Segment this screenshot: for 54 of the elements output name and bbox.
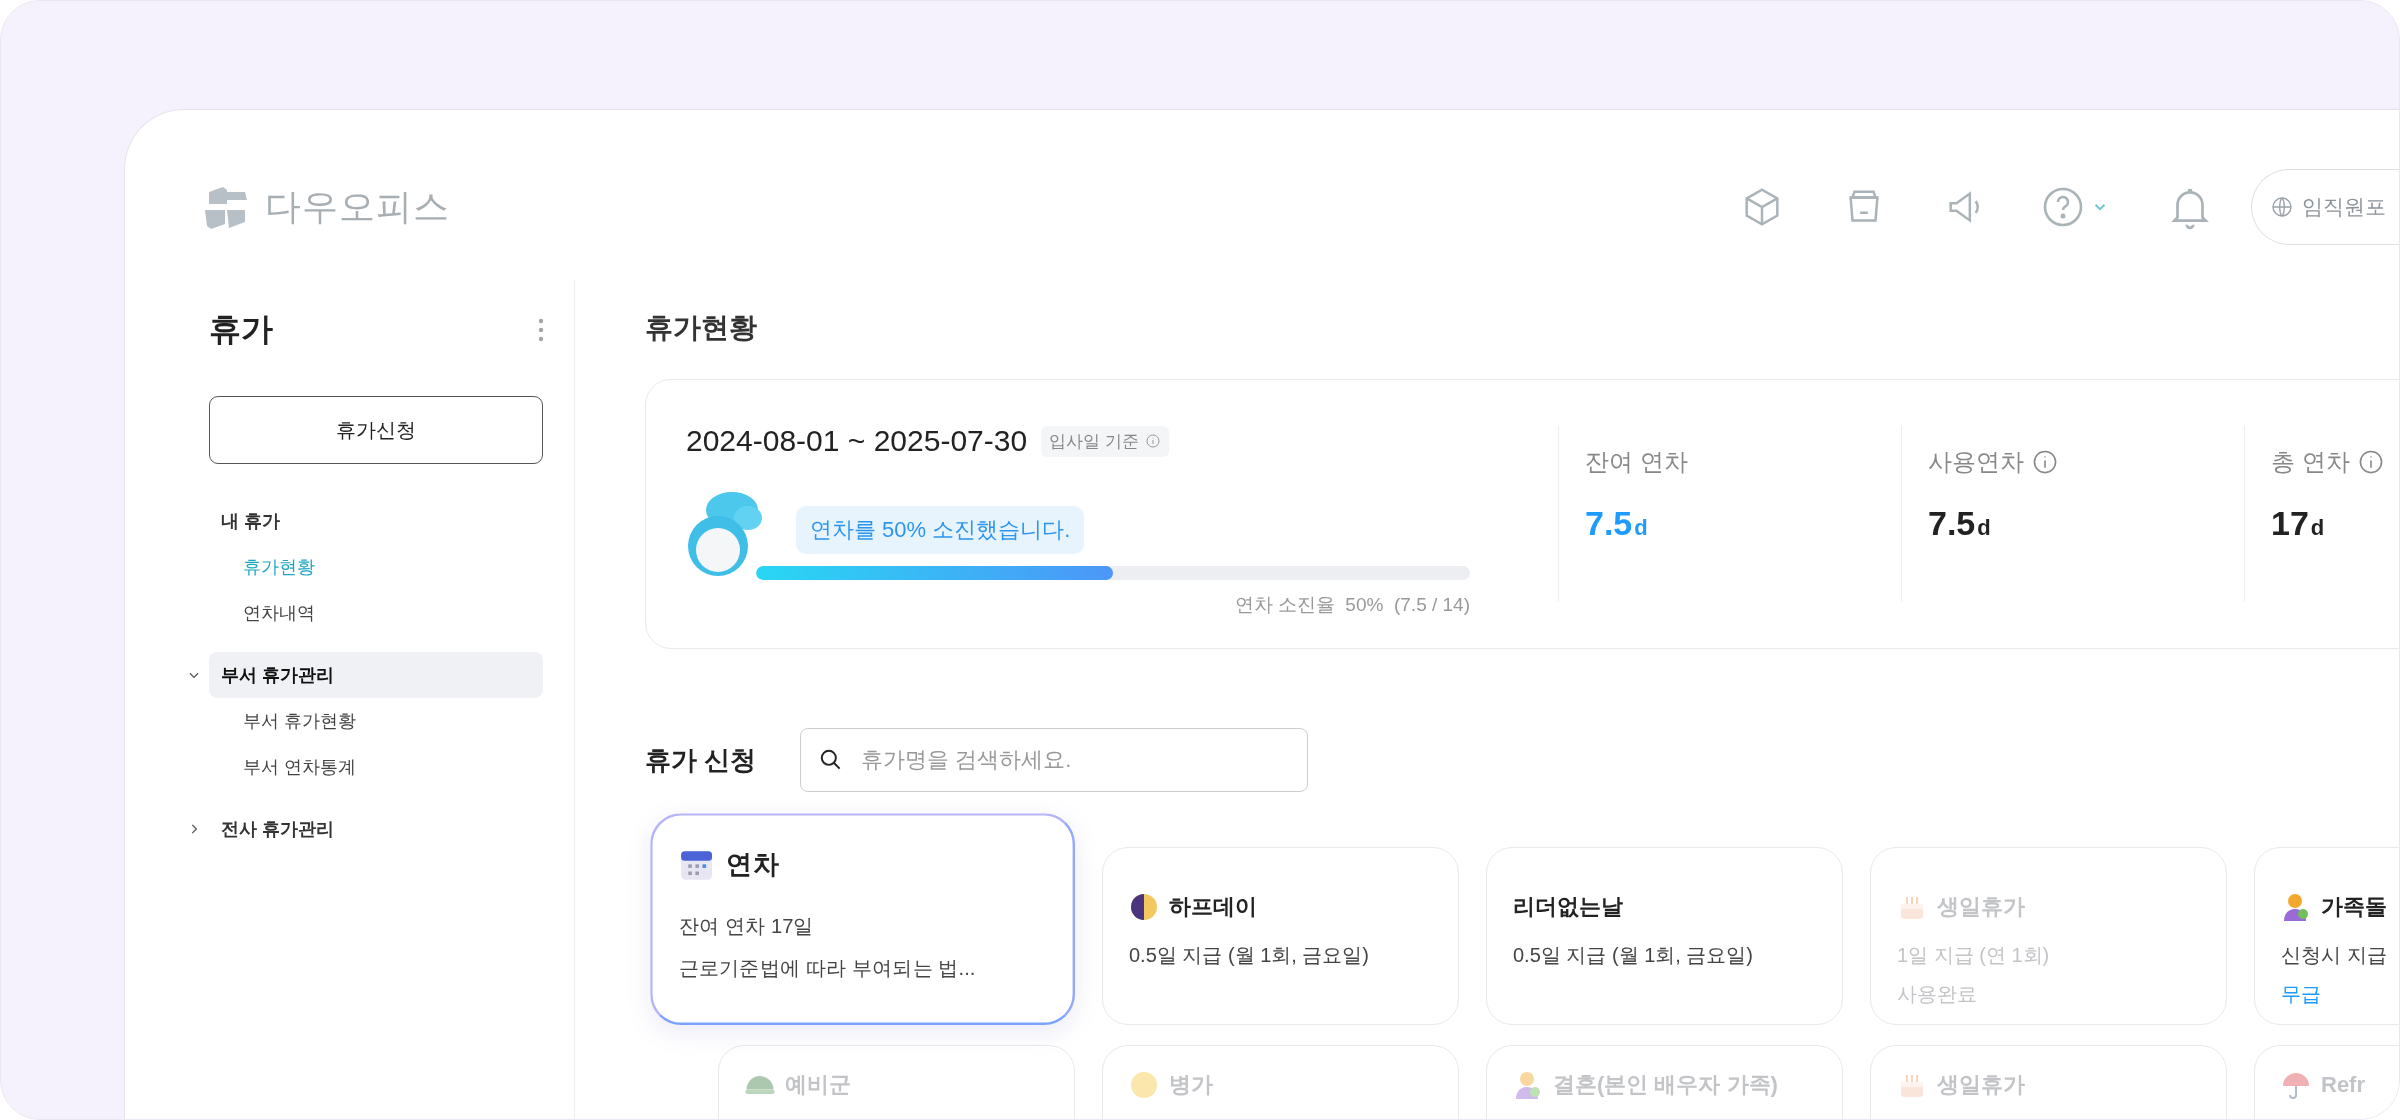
card-text: 신청시 지급 [2281,943,2388,968]
card-text: 0.5일 지급 (월 1회, 금요일) [1513,943,1755,968]
sidebar-item[interactable]: 부서 연차통계 [209,744,554,790]
stat-label: 잔여 연차 [1585,447,1688,477]
progress-reading: 연차 소진율 50% (7.5 / 14) [1234,593,1470,617]
card-text: 사용완료 [1897,982,1978,1007]
person-icon [1513,1070,1543,1100]
helmet-icon [745,1076,775,1094]
leave-card[interactable]: 하프데이 0.5일 지급 (월 1회, 금요일) [1102,847,1459,1025]
sidebar-item[interactable]: 연차내역 [209,590,554,636]
card-title: 병가 [1169,1071,1213,1099]
globe-icon [2270,195,2294,219]
progress-tooltip: 연차를 50% 소진했습니다. [796,506,1085,554]
page-title: 휴가현황 [645,311,758,345]
card-title: 결혼(본인 배우자 가족) [1553,1071,1778,1099]
person-icon [2281,892,2311,922]
card-title: 예비군 [785,1071,851,1099]
card-text: 0.5일 지급 (월 1회, 금요일) [1129,943,1371,968]
stat-label: 총 연차 [2271,447,2350,477]
leave-card[interactable]: 가족돌 신청시 지급 무급 [2254,847,2399,1025]
card-text: 근로기준법에 따라 부여되는 법... [678,956,977,982]
stat-value: 17d [2271,504,2326,543]
stat-label: 사용연차 [1928,447,2024,477]
half-moon-icon [1129,892,1159,922]
card-title: Refr [2321,1072,2365,1098]
stat-value: 7.5d [1928,504,1992,543]
sidebar-group[interactable]: 부서 휴가관리 [209,652,543,698]
apply-leave-button[interactable]: 휴가신청 [209,396,543,464]
search-field[interactable]: 휴가명을 검색하세요. [800,728,1309,792]
info-icon[interactable] [1144,433,1161,449]
card-title: 생일휴가 [1937,1071,2025,1099]
card-title: 하프데이 [1169,893,1257,921]
sidebar-group[interactable]: 전사 휴가관리 [209,806,543,852]
info-icon[interactable] [2032,449,2058,475]
leave-card[interactable]: 연차 잔여 연차 17일 근로기준법에 따라 부여되는 법... [650,813,1075,1025]
card-title: 연차 [726,847,779,881]
sidebar-title: 휴가 [209,310,273,349]
card-text: 1일 지급 (연 1회) [1897,943,2051,968]
card-title: 리더없는날 [1513,893,1623,921]
card-title: 생일휴가 [1937,893,2025,921]
sidebar-section: 내 휴가 [209,498,543,544]
leave-card[interactable]: 리더없는날 0.5일 지급 (월 1회, 금요일) [1486,847,1843,1025]
logo-text: 다우오피스 [265,184,450,229]
card-text: 무급 [2281,982,2322,1007]
sidebar-item[interactable]: 부서 휴가현황 [209,698,554,744]
section-title: 휴가 신청 [645,743,757,777]
info-icon[interactable] [2357,449,2384,475]
basis-tag: 입사일 기준 [1041,425,1169,457]
umbrella-icon [2281,1070,2311,1100]
stat-value: 7.5d [1585,504,1649,543]
card-text: 잔여 연차 17일 [678,914,815,941]
more-icon[interactable] [538,317,544,343]
card-title: 가족돌 [2321,893,2387,921]
period-text: 2024-08-01 ~ 2025-07-30 [686,424,1028,458]
